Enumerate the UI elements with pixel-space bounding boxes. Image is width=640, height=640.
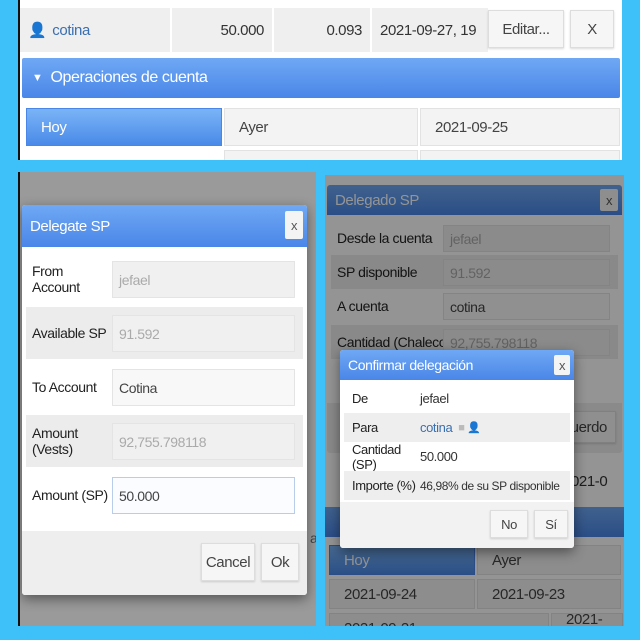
field-amount-sp: Amount (SP) 50.000	[26, 469, 303, 521]
from-account-input: jefael	[112, 261, 295, 298]
recipient-link[interactable]: cotina	[420, 420, 453, 435]
ok-button[interactable]: Ok	[261, 543, 299, 581]
field-to-account: To Account Cotina	[26, 361, 303, 413]
tab-ayer[interactable]: Ayer	[224, 108, 418, 146]
close-button[interactable]: x	[285, 211, 303, 239]
close-button[interactable]: x	[554, 355, 570, 375]
remove-button[interactable]: X	[570, 10, 614, 48]
triangle-down-icon: ▼	[32, 72, 43, 84]
background-text: at	[310, 530, 316, 546]
no-button[interactable]: No	[490, 510, 528, 538]
tab-row	[224, 150, 418, 160]
to-account-input[interactable]: Cotina	[112, 369, 295, 406]
field-available-sp: Available SP 91.592	[26, 307, 303, 359]
delegation-amount: 50.000	[172, 8, 272, 52]
delegations-panel: 👤 cotina 50.000 0.093 2021-09-27, 19 Edi…	[18, 0, 622, 160]
delegate-sp-screen-en: at Delegate SP x From Account jefael Ava…	[18, 172, 316, 626]
tab-row	[420, 150, 620, 160]
yes-button[interactable]: Sí	[534, 510, 568, 538]
dialog-footer: Cancel Ok	[22, 531, 307, 595]
delegate-sp-screen-es: 5 2021-0 Hoy Ayer 2021-09-24 2021-09-23 …	[325, 175, 624, 626]
tab-hoy[interactable]: Hoy	[26, 108, 222, 146]
dialog-title: Confirmar delegación x	[340, 350, 574, 380]
section-header[interactable]: ▼ Operaciones de cuenta	[22, 58, 620, 98]
field-from-account: From Account jefael	[26, 253, 303, 305]
available-sp-input: 91.592	[112, 315, 295, 352]
user-icon: 👤	[28, 22, 47, 39]
cancel-button[interactable]: Cancel	[201, 543, 255, 581]
dialog-title: Delegate SP x	[22, 205, 307, 247]
delegation-date: 2021-09-27, 19	[372, 8, 488, 52]
edit-button[interactable]: Editar...	[488, 10, 564, 48]
user-icon: ■ 👤	[458, 422, 481, 434]
tab-date[interactable]: 2021-09-25	[420, 108, 620, 146]
field-amount-vests: Amount (Vests) 92,755.798118	[26, 415, 303, 467]
delegate-sp-dialog: Delegate SP x From Account jefael Availa…	[22, 205, 307, 595]
amount-vests-input: 92,755.798118	[112, 423, 295, 460]
amount-sp-input[interactable]: 50.000	[112, 477, 295, 514]
confirm-delegation-dialog: Confirmar delegación x De jefael Para co…	[340, 350, 574, 548]
delegation-value: 0.093	[274, 8, 370, 52]
delegation-row-user[interactable]: 👤 cotina	[20, 8, 170, 52]
